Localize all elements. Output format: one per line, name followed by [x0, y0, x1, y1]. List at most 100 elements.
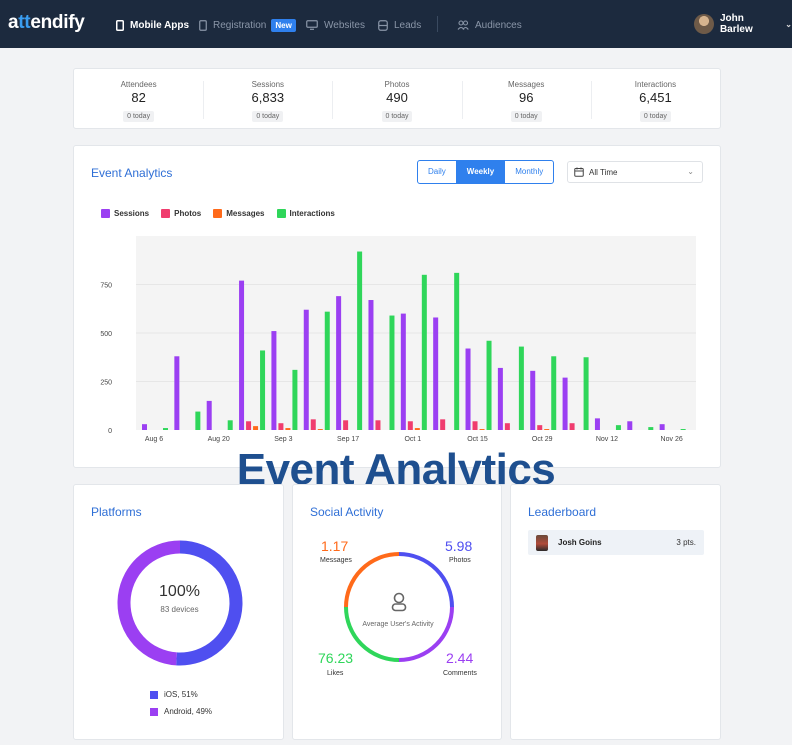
bar-sessions[interactable] — [400, 313, 406, 430]
bar-sessions[interactable] — [659, 424, 665, 430]
bar-sessions[interactable] — [336, 296, 342, 430]
social-activity-card: Social Activity Average User's Activity … — [292, 484, 502, 740]
bar-photos[interactable] — [246, 421, 252, 430]
messages-value: 1.17 — [321, 538, 349, 554]
y-tick-label: 750 — [100, 283, 112, 290]
legend-label: Android, 49% — [164, 707, 213, 716]
bar-interactions[interactable] — [260, 350, 266, 430]
bar-sessions[interactable] — [142, 424, 147, 430]
bar-sessions[interactable] — [465, 348, 471, 430]
donut-center: 100% 83 devices — [74, 583, 285, 614]
bar-sessions[interactable] — [497, 367, 503, 430]
bar-sessions[interactable] — [239, 280, 245, 430]
tablet-icon — [199, 19, 207, 31]
leaderboard-name: Josh Goins — [558, 538, 602, 547]
legend-swatch — [150, 690, 158, 699]
bar-interactions[interactable] — [615, 425, 621, 430]
x-tick-label: Oct 29 — [532, 436, 553, 443]
bar-messages[interactable] — [317, 429, 323, 430]
stat-value: 490 — [386, 90, 408, 105]
bar-interactions[interactable] — [389, 315, 395, 430]
bar-interactions[interactable] — [195, 411, 201, 430]
user-name: John Barlew — [719, 13, 753, 35]
bar-photos[interactable] — [375, 420, 381, 430]
y-tick-label: 500 — [100, 331, 112, 338]
leaderboard-title: Leaderboard — [528, 505, 597, 519]
bar-interactions[interactable] — [680, 429, 686, 430]
x-tick-label: Sep 3 — [274, 436, 292, 443]
stat-value: 6,451 — [639, 90, 672, 105]
bar-interactions[interactable] — [357, 251, 363, 430]
bar-interactions[interactable] — [324, 311, 330, 430]
bar-messages[interactable] — [479, 429, 485, 430]
bar-photos[interactable] — [472, 421, 478, 430]
bar-interactions[interactable] — [163, 428, 168, 430]
avatar — [536, 534, 548, 551]
stat-sessions: Sessions 6,833 0 today — [203, 69, 332, 128]
leaderboard-row[interactable]: Josh Goins 3 pts. — [528, 530, 704, 555]
leaderboard-card: Leaderboard Josh Goins 3 pts. — [510, 484, 721, 740]
user-menu[interactable]: John Barlew ⌄ — [694, 13, 792, 35]
bar-photos[interactable] — [440, 419, 446, 430]
user-icon — [391, 592, 407, 612]
database-icon — [378, 19, 388, 31]
nav-mobile-apps[interactable]: Mobile Apps — [116, 17, 189, 33]
bar-sessions[interactable] — [174, 356, 180, 430]
nav-registration[interactable]: Registration New — [199, 17, 296, 33]
bar-interactions[interactable] — [486, 340, 492, 430]
bar-sessions[interactable] — [562, 377, 568, 430]
bar-messages[interactable] — [414, 428, 420, 430]
bar-photos[interactable] — [343, 420, 349, 430]
nav-leads[interactable]: Leads — [378, 17, 421, 33]
stats-card: Attendees 82 0 today Sessions 6,833 0 to… — [73, 68, 721, 129]
attendify-logo[interactable]: attendify — [8, 12, 85, 34]
x-tick-label: Aug 20 — [208, 436, 230, 443]
bar-photos[interactable] — [569, 423, 575, 430]
bar-interactions[interactable] — [551, 356, 557, 430]
bar-messages[interactable] — [253, 426, 259, 430]
nav-websites[interactable]: Websites — [306, 17, 365, 33]
likes-value: 76.23 — [318, 650, 354, 666]
stat-attendees: Attendees 82 0 today — [74, 69, 203, 128]
bar-interactions[interactable] — [518, 346, 524, 430]
bar-interactions[interactable] — [583, 357, 589, 430]
nav-audiences-label: Audiences — [475, 19, 522, 31]
bar-sessions[interactable] — [303, 309, 309, 430]
bar-photos[interactable] — [504, 423, 510, 430]
nav-registration-label: Registration — [213, 19, 267, 31]
monitor-icon — [306, 20, 318, 30]
x-tick-label: Aug 6 — [145, 436, 163, 443]
chevron-down-icon: ⌄ — [785, 19, 792, 29]
nav-divider — [437, 16, 438, 32]
photos-label: Photos — [449, 557, 471, 564]
bar-sessions[interactable] — [433, 317, 439, 430]
likes-label: Likes — [327, 670, 344, 677]
legend-label: iOS, 51% — [164, 690, 198, 699]
y-tick-label: 250 — [100, 380, 112, 387]
bar-photos[interactable] — [310, 419, 316, 430]
nav-audiences[interactable]: Audiences — [457, 17, 522, 33]
bar-sessions[interactable] — [206, 400, 212, 430]
bar-photos[interactable] — [537, 425, 543, 430]
bar-sessions[interactable] — [271, 331, 277, 430]
bar-interactions[interactable] — [421, 274, 427, 430]
bar-photos[interactable] — [407, 421, 413, 430]
stat-value: 82 — [131, 90, 146, 105]
x-tick-label: Nov 26 — [661, 436, 683, 443]
bar-interactions[interactable] — [227, 420, 233, 430]
bar-photos[interactable] — [278, 423, 284, 430]
bar-interactions[interactable] — [454, 272, 460, 430]
bar-sessions[interactable] — [368, 300, 374, 430]
bar-sessions[interactable] — [627, 421, 633, 430]
stat-label: Photos — [384, 80, 410, 89]
bar-interactions[interactable] — [648, 427, 654, 430]
bar-sessions[interactable] — [594, 418, 600, 430]
stat-today-badge: 0 today — [252, 111, 284, 122]
bar-interactions[interactable] — [292, 369, 298, 430]
bar-messages[interactable] — [544, 429, 550, 430]
legend-ios: iOS, 51% — [150, 690, 212, 699]
bar-sessions[interactable] — [530, 370, 536, 430]
bar-messages[interactable] — [285, 428, 291, 430]
platforms-card: Platforms 100% 83 devices iOS, 51% Andro… — [73, 484, 284, 740]
social-activity-ring — [344, 552, 454, 662]
